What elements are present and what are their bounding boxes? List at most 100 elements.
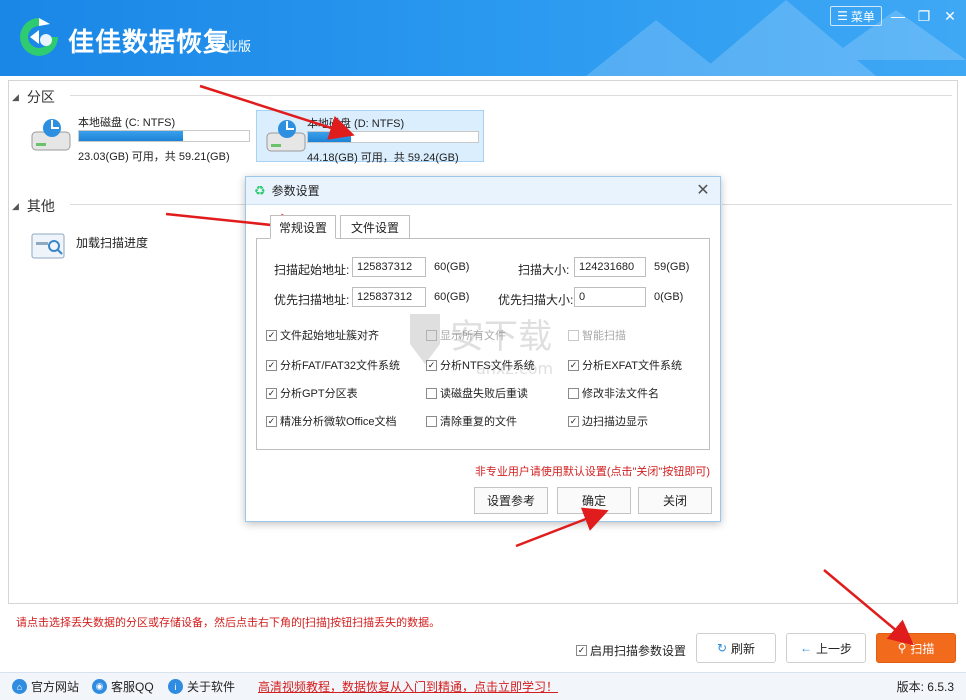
option-checkbox: 智能扫描 [568,327,626,343]
checkbox-box: ✓ [266,359,277,371]
website-label: 官方网站 [31,680,80,694]
checkbox-box: ✓ [576,645,587,656]
priority-start-label: 优先扫描地址: [274,293,350,307]
load-scan-progress-item[interactable]: 加载扫描进度 [30,230,210,266]
option-checkbox[interactable]: ✓ 精准分析微软Office文档 [266,413,397,429]
checkbox-box: ✓ [426,359,437,371]
drive-usage-bar [307,131,479,143]
priority-size-label: 优先扫描大小: [498,293,574,307]
option-checkbox[interactable]: ✓ 分析FAT/FAT32文件系统 [266,357,400,373]
scan-button[interactable]: ⚲ 扫描 [876,633,956,663]
scan-start-unit: 60(GB) [434,261,470,273]
info-icon: i [168,679,183,694]
settings-icon: ♻ [254,182,266,198]
option-checkbox[interactable]: ✓ 分析EXFAT文件系统 [568,357,682,373]
priority-start-input[interactable]: 125837312 [352,287,426,307]
partition-section-header[interactable]: ◢ 分区 [12,87,55,107]
dialog-title-bar: ♻ 参数设置 ✕ [246,177,720,205]
scan-size-input[interactable]: 124231680 [574,257,646,277]
tab-file-settings[interactable]: 文件设置 [340,215,410,239]
drive-c[interactable]: 本地磁盘 (C: NTFS) 23.03(GB) 可用，共 59.21(GB) [22,110,250,163]
back-button[interactable]: ← 上一步 [786,633,866,663]
section-divider [70,95,952,96]
option-label: 文件起始地址簇对齐 [280,330,379,342]
collapse-triangle-icon: ◢ [12,200,19,211]
checkbox-box: ✓ [266,329,277,341]
option-label: 精准分析微软Office文档 [280,416,397,428]
close-window-button[interactable]: ✕ [938,6,962,26]
scan-start-label: 扫描起始地址: [274,263,350,277]
option-checkbox[interactable]: 清除重复的文件 [426,413,517,429]
checkbox-box [426,387,437,399]
qq-support-link[interactable]: ◉ 客服QQ [92,678,154,695]
settings-reference-button[interactable]: 设置参考 [474,487,548,514]
app-logo-icon [20,18,58,56]
refresh-icon: ↻ [716,641,728,655]
option-checkbox[interactable]: 读磁盘失败后重读 [426,385,528,401]
drive-usage-fill [79,131,183,141]
option-checkbox: 显示所有文件 [426,327,506,343]
checkbox-box: ✓ [568,359,579,371]
option-label: 分析GPT分区表 [280,388,358,400]
priority-size-unit: 0(GB) [654,291,684,303]
about-link[interactable]: i 关于软件 [168,678,235,695]
hard-disk-icon [31,119,71,151]
search-icon: ⚲ [897,641,907,655]
option-label: 清除重复的文件 [440,416,517,428]
option-checkbox[interactable]: ✓ 边扫描边显示 [568,413,648,429]
scan-start-input[interactable]: 125837312 [352,257,426,277]
app-edition: 专业版 [212,39,252,54]
load-progress-icon [31,233,65,259]
checkbox-box [568,329,579,341]
dialog-close-icon[interactable]: ✕ [694,182,712,200]
hard-disk-icon [266,120,306,152]
dialog-title: 参数设置 [271,184,320,198]
drive-usage-bar [78,130,250,142]
enable-params-checkbox[interactable]: ✓ 启用扫描参数设置 [576,642,686,659]
option-label: 读磁盘失败后重读 [440,388,528,400]
parameter-settings-dialog: ♻ 参数设置 ✕ 常规设置 文件设置 扫描起始地址: 125837312 60(… [245,176,721,522]
qq-label: 客服QQ [111,680,154,694]
option-label: 边扫描边显示 [582,416,648,428]
option-checkbox[interactable]: ✓ 文件起始地址簇对齐 [266,327,379,343]
checkbox-box: ✓ [568,415,579,427]
ok-button[interactable]: 确定 [557,487,631,514]
priority-size-input[interactable]: 0 [574,287,646,307]
drive-capacity: 44.18(GB) 可用，共 59.24(GB) [307,152,459,164]
dialog-close-button[interactable]: 关闭 [638,487,712,514]
menu-button[interactable]: ☰ 菜单 [830,6,882,26]
refresh-button[interactable]: ↻ 刷新 [696,633,776,663]
checkbox-box [568,387,579,399]
drive-usage-fill [308,132,351,142]
option-label: 显示所有文件 [440,330,506,342]
partition-section-label: 分区 [26,89,55,105]
option-label: 修改非法文件名 [582,388,659,400]
restore-button[interactable]: ❐ [912,6,936,26]
checkbox-box: ✓ [266,415,277,427]
instruction-hint: 请点击选择丢失数据的分区或存储设备，然后点击右下角的[扫描]按钮扫描丢失的数据。 [16,617,441,629]
title-bar: 佳佳数据恢复 专业版 ☰ 菜单 — ❐ ✕ [0,0,966,76]
drive-d[interactable]: 本地磁盘 (D: NTFS) 44.18(GB) 可用，共 59.24(GB) [256,110,484,164]
scan-size-label: 扫描大小: [518,263,570,277]
menu-label: 菜单 [850,9,875,24]
checkbox-box: ✓ [266,387,277,399]
drive-name: 本地磁盘 (D: NTFS) [307,118,405,130]
checkbox-box [426,415,437,427]
video-tutorial-link[interactable]: 高清视频教程，数据恢复从入门到精通，点击立即学习！ [258,678,558,695]
checkbox-box [426,329,437,341]
back-label: 上一步 [815,641,852,656]
option-checkbox[interactable]: ✓ 分析NTFS文件系统 [426,357,535,373]
home-icon: ⌂ [12,679,27,694]
other-section-header[interactable]: ◢ 其他 [12,196,55,216]
tab-general-settings[interactable]: 常规设置 [270,215,336,239]
option-checkbox[interactable]: 修改非法文件名 [568,385,659,401]
qq-icon: ◉ [92,679,107,694]
minimize-button[interactable]: — [886,6,910,26]
load-progress-label: 加载扫描进度 [76,236,149,250]
option-checkbox[interactable]: ✓ 分析GPT分区表 [266,385,358,401]
option-label: 分析NTFS文件系统 [440,360,535,372]
other-section-label: 其他 [26,198,55,214]
website-link[interactable]: ⌂ 官方网站 [12,678,79,695]
refresh-label: 刷新 [731,641,756,656]
option-label: 分析EXFAT文件系统 [582,360,683,372]
